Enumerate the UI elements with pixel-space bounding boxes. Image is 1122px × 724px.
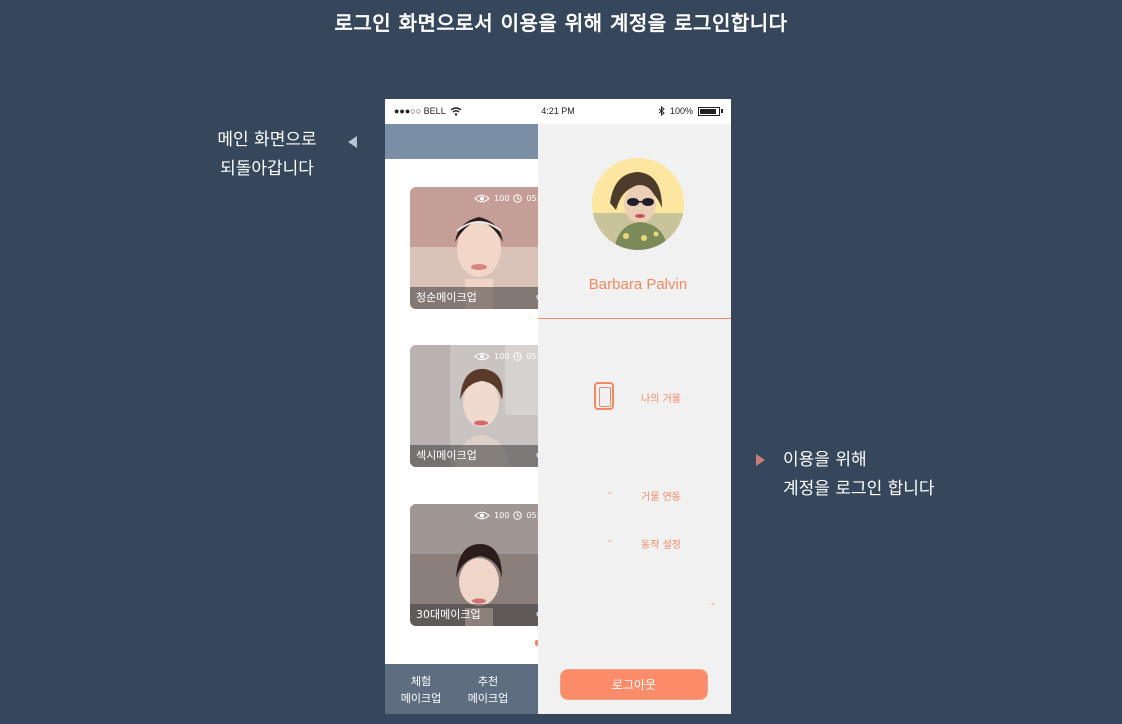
side-drawer: Barbara Palvin 나의 거울 - 거울 연동 - 동작 설정 - 로… bbox=[538, 124, 731, 714]
triangle-right-icon bbox=[756, 454, 765, 466]
battery-icon bbox=[698, 106, 720, 116]
eye-icon bbox=[474, 194, 490, 203]
tab-label: 추천 bbox=[477, 675, 499, 688]
tab-label: 메이크업 bbox=[467, 692, 509, 705]
battery-percent: 100% bbox=[669, 106, 693, 116]
card-stats: 100 05분 bbox=[474, 351, 544, 362]
page-heading: 로그인 화면으로서 이용을 위해 계정을 로그인합니다 bbox=[334, 11, 788, 35]
card-label: 섹시메이크업 bbox=[410, 445, 544, 467]
view-count: 100 bbox=[494, 352, 510, 361]
view-count: 100 bbox=[494, 511, 510, 520]
divider bbox=[538, 318, 731, 319]
annotation-back-to-main: 메인 화면으로 되돌아갑니다 bbox=[200, 126, 334, 184]
makeup-card[interactable]: 100 05분 섹시메이크업 bbox=[410, 345, 544, 467]
card-stats: 100 05분 bbox=[474, 510, 544, 521]
tab-trial-makeup[interactable]: 체험 메이크업 bbox=[386, 673, 456, 707]
clock-icon bbox=[513, 352, 523, 361]
tab-label: 메이크업 bbox=[400, 692, 442, 705]
view-count: 100 bbox=[494, 194, 510, 203]
tab-label: 체험 bbox=[410, 675, 432, 688]
card-label: 30대메이크업 bbox=[410, 604, 544, 626]
annotation-line: 계정을 로그인 합니다 bbox=[783, 479, 935, 499]
avatar-photo bbox=[592, 158, 684, 250]
eye-icon bbox=[474, 352, 490, 361]
eye-icon bbox=[474, 511, 490, 520]
bullet-dash: - bbox=[608, 488, 612, 499]
card-label: 청순메이크업 bbox=[410, 287, 544, 309]
user-name: Barbara Palvin bbox=[588, 276, 688, 293]
annotation-line: 메인 화면으로 bbox=[217, 130, 317, 150]
menu-item-motion-setting[interactable]: 동작 설정 bbox=[641, 536, 681, 551]
phone-mockup: ●●●○○ BELL 4:21 PM 100% 100 05분 청순메이크업 1… bbox=[385, 99, 731, 714]
avatar[interactable] bbox=[592, 158, 684, 250]
clock-icon bbox=[513, 511, 523, 520]
menu-item-mirror-link[interactable]: 거울 연동 bbox=[641, 488, 681, 503]
makeup-card[interactable]: 100 05분 30대메이크업 bbox=[410, 504, 544, 626]
triangle-left-icon bbox=[348, 136, 357, 148]
battery-tip bbox=[721, 109, 723, 113]
status-bar: ●●●○○ BELL 4:21 PM 100% bbox=[385, 99, 731, 124]
annotation-line: 이용을 위해 bbox=[783, 450, 867, 470]
bluetooth-icon bbox=[658, 106, 665, 116]
menu-item-my-mirror[interactable]: 나의 거울 bbox=[641, 390, 681, 405]
card-stats: 100 05분 bbox=[474, 193, 544, 204]
tab-recommended-makeup[interactable]: 추천 메이크업 bbox=[453, 673, 523, 707]
annotation-login: 이용을 위해 계정을 로그인 합니다 bbox=[783, 446, 983, 504]
bullet-dash: - bbox=[711, 599, 715, 610]
makeup-card[interactable]: 100 05분 청순메이크업 bbox=[410, 187, 544, 309]
clock-icon bbox=[513, 194, 523, 203]
bullet-dash: - bbox=[608, 536, 612, 547]
mirror-icon bbox=[594, 382, 614, 410]
annotation-line: 되돌아갑니다 bbox=[220, 159, 314, 179]
logout-button[interactable]: 로그아웃 bbox=[560, 669, 708, 700]
